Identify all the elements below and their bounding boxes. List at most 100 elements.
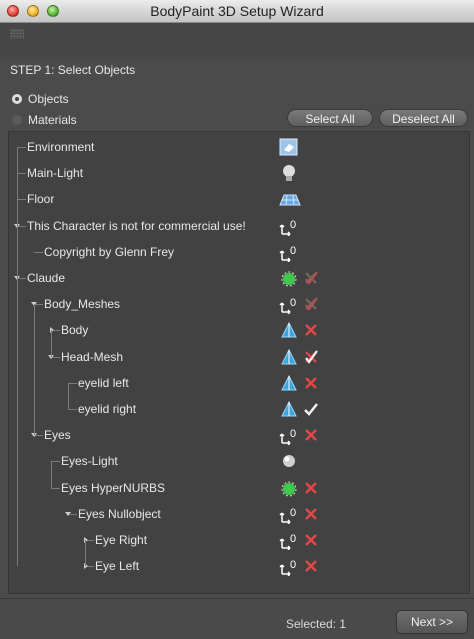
tree-item-label: Head-Mesh bbox=[61, 349, 124, 364]
grip-icon[interactable] bbox=[10, 29, 24, 39]
tree-row[interactable]: Eyes HyperNURBS bbox=[9, 478, 469, 498]
tree-connector bbox=[68, 409, 77, 410]
radio-materials-label: Materials bbox=[28, 113, 77, 127]
tree-row[interactable]: Body_Meshes 0 bbox=[9, 294, 469, 316]
tree-row[interactable]: Head-Mesh bbox=[9, 347, 469, 367]
radio-objects-dot[interactable] bbox=[12, 94, 22, 104]
tree-row[interactable]: Eye Left 0 bbox=[9, 556, 469, 578]
svg-text:0: 0 bbox=[290, 533, 296, 545]
tree-connector bbox=[17, 173, 26, 175]
tree-row[interactable]: This Character is not for commercial use… bbox=[9, 216, 469, 237]
wizard-window: BodyPaint 3D Setup Wizard STEP 1: Select… bbox=[0, 0, 474, 639]
tree-item-label: Eyes Nullobject bbox=[78, 506, 161, 521]
check-mark-icon[interactable] bbox=[303, 401, 321, 421]
radio-objects[interactable]: Objects bbox=[12, 91, 212, 107]
tree-item-label: Eyes bbox=[44, 428, 71, 443]
tree-connector bbox=[51, 330, 52, 357]
polygon-object-icon bbox=[279, 320, 299, 340]
svg-text:0: 0 bbox=[290, 507, 296, 519]
svg-text:0: 0 bbox=[290, 245, 296, 257]
polygon-object-icon bbox=[279, 347, 299, 367]
polygon-object-icon bbox=[279, 373, 299, 393]
tree-item-label: Environment bbox=[27, 140, 95, 154]
null-object-icon: 0 bbox=[279, 530, 299, 551]
tree-item-label: Claude bbox=[27, 271, 66, 285]
tree-item-label: Eyes-Light bbox=[61, 454, 118, 469]
deselect-all-button[interactable]: Deselect All bbox=[379, 109, 468, 127]
environment-icon bbox=[279, 137, 299, 157]
tree-item-label: Eye Right bbox=[95, 533, 148, 547]
title-bar[interactable]: BodyPaint 3D Setup Wizard bbox=[0, 0, 474, 23]
window-title: BodyPaint 3D Setup Wizard bbox=[150, 3, 324, 19]
tree-item-label: Eye Left bbox=[95, 559, 140, 574]
null-object-icon: 0 bbox=[279, 294, 299, 315]
svg-text:0: 0 bbox=[290, 297, 296, 309]
radio-objects-label: Objects bbox=[28, 92, 69, 106]
omni-light-icon bbox=[279, 451, 299, 471]
cross-mark-icon[interactable] bbox=[303, 427, 321, 447]
tree-row[interactable]: Main-Light bbox=[9, 163, 469, 183]
toolbar-grip bbox=[0, 23, 474, 57]
cross-mark-icon[interactable] bbox=[303, 558, 321, 578]
tree-connector bbox=[85, 540, 86, 567]
partial-check-icon[interactable] bbox=[303, 296, 321, 316]
hypernurbs-icon bbox=[279, 478, 299, 498]
tree-row[interactable]: Copyright by Glenn Frey 0 bbox=[9, 242, 469, 263]
selected-count: Selected: 1 bbox=[286, 617, 347, 631]
null-object-icon: 0 bbox=[279, 556, 299, 577]
select-all-button[interactable]: Select All bbox=[287, 109, 373, 127]
tree-row[interactable]: Floor bbox=[9, 189, 469, 209]
tree-row[interactable]: Claude bbox=[9, 268, 469, 288]
tree-item-label: This Character is not for commercial use… bbox=[27, 218, 246, 233]
null-object-icon: 0 bbox=[279, 504, 299, 525]
tree-connector bbox=[68, 382, 77, 384]
tree-item-label: Main-Light bbox=[27, 166, 84, 181]
tree-item-label: Eyes HyperNURBS bbox=[61, 480, 166, 495]
cross-mark-icon[interactable] bbox=[303, 506, 321, 526]
floor-icon bbox=[279, 189, 301, 209]
tree-connector bbox=[17, 147, 26, 148]
null-object-icon: 0 bbox=[279, 216, 299, 237]
tree-item-label: eyelid left bbox=[78, 375, 129, 390]
tree-connector bbox=[34, 251, 43, 253]
cross-mark-icon[interactable] bbox=[303, 532, 321, 552]
svg-text:0: 0 bbox=[290, 219, 296, 231]
hypernurbs-icon bbox=[279, 268, 299, 288]
light-bulb-icon bbox=[279, 163, 299, 183]
tree-item-label: Copyright by Glenn Frey bbox=[44, 244, 175, 259]
cross-mark-icon[interactable] bbox=[303, 322, 321, 342]
next-button[interactable]: Next >> bbox=[396, 610, 468, 634]
polygon-object-icon bbox=[279, 399, 299, 419]
tree-item-label: Body bbox=[61, 323, 89, 338]
tree-row[interactable]: Eye Right 0 bbox=[9, 530, 469, 552]
tree-row[interactable]: eyelid right bbox=[9, 399, 469, 419]
tree-item-label: Floor bbox=[27, 192, 55, 207]
tree-row[interactable]: Eyes-Light bbox=[9, 451, 469, 471]
object-tree-panel[interactable]: Environment Main-Light Floor This Character… bbox=[8, 131, 470, 594]
expand-triangle-icon[interactable] bbox=[65, 511, 71, 516]
cross-mark-icon[interactable] bbox=[303, 375, 321, 395]
tree-connector bbox=[34, 304, 35, 436]
null-object-icon: 0 bbox=[279, 425, 299, 446]
tree-row[interactable]: Eyes Nullobject 0 bbox=[9, 504, 469, 526]
tree-row[interactable]: Environment bbox=[9, 137, 469, 157]
svg-text:0: 0 bbox=[290, 428, 296, 440]
tree-row[interactable]: Eyes 0 bbox=[9, 425, 469, 447]
tree-connector bbox=[17, 199, 26, 201]
tree-connector bbox=[17, 225, 18, 278]
null-object-icon: 0 bbox=[279, 242, 299, 263]
tree-connector bbox=[51, 461, 60, 463]
radio-materials-dot[interactable] bbox=[12, 115, 22, 125]
tree-connector bbox=[51, 487, 60, 489]
tree-item-label: eyelid right bbox=[78, 402, 137, 416]
tree-connector bbox=[51, 461, 52, 488]
step-title: STEP 1: Select Objects bbox=[10, 63, 136, 77]
tree-row[interactable]: Body bbox=[9, 320, 469, 340]
svg-text:0: 0 bbox=[290, 559, 296, 571]
tree-row[interactable]: eyelid left bbox=[9, 373, 469, 393]
partial-check-icon[interactable] bbox=[303, 270, 321, 290]
partial-check-icon[interactable] bbox=[303, 349, 321, 369]
cross-mark-icon[interactable] bbox=[303, 480, 321, 500]
radio-materials[interactable]: Materials bbox=[12, 112, 212, 128]
tree-connector bbox=[68, 382, 69, 409]
